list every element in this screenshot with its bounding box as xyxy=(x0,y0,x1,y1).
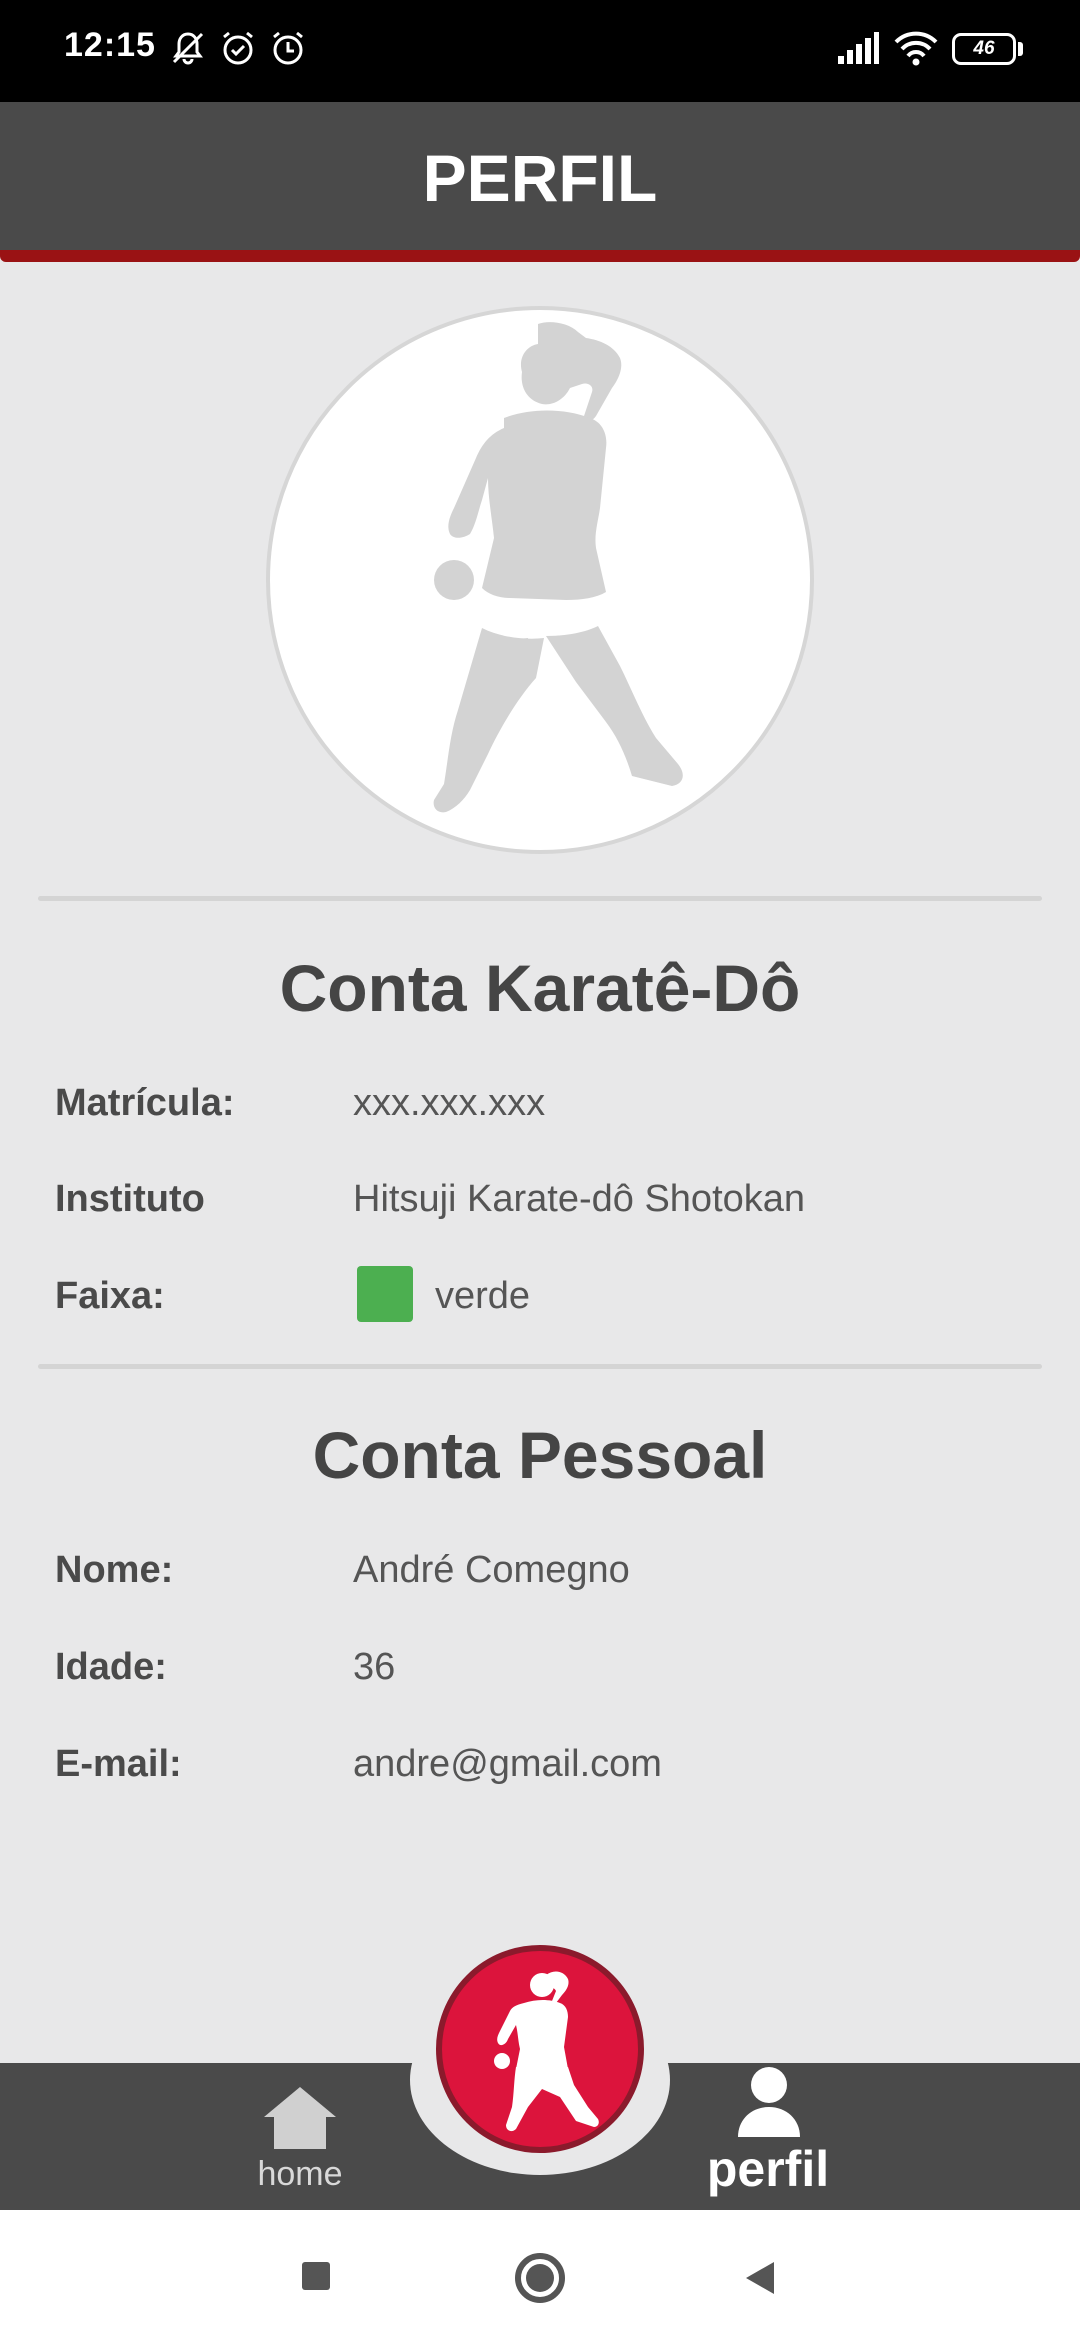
status-time: 12:15 xyxy=(64,26,156,64)
system-nav-bar xyxy=(0,2210,1080,2340)
divider xyxy=(38,896,1042,901)
belt-label: Faixa: xyxy=(55,1275,165,1317)
email-label: E-mail: xyxy=(55,1743,182,1785)
name-label: Nome: xyxy=(55,1549,174,1591)
nav-home-label[interactable]: home xyxy=(200,2155,400,2194)
person-icon xyxy=(738,2067,800,2137)
back-icon[interactable] xyxy=(740,2258,780,2298)
belt-color-swatch xyxy=(357,1266,413,1322)
registration-value: xxx.xxx.xxx xyxy=(353,1082,546,1124)
karate-fab-button[interactable] xyxy=(436,1945,644,2153)
home-icon xyxy=(264,2087,336,2149)
belt-value: verde xyxy=(435,1275,531,1317)
clock-alarm-icon xyxy=(273,31,303,65)
age-label: Idade: xyxy=(55,1646,167,1688)
app-header: PERFIL xyxy=(0,102,1080,250)
header-accent-bar xyxy=(0,250,1080,262)
bell-muted-icon xyxy=(172,32,204,65)
battery-icon: 46 xyxy=(952,33,1016,65)
karate-fighter-icon xyxy=(494,1971,599,2132)
personal-account-title: Conta Pessoal xyxy=(312,1418,768,1492)
profile-avatar[interactable] xyxy=(266,306,814,854)
email-value: andre@gmail.com xyxy=(353,1743,662,1785)
battery-tip xyxy=(1018,42,1023,56)
status-bar: 12:15 46 xyxy=(0,0,1080,102)
registration-label: Matrícula: xyxy=(55,1082,235,1124)
recents-icon[interactable] xyxy=(300,2260,332,2292)
page-title: PERFIL xyxy=(422,141,658,215)
karate-account-title: Conta Karatê-Dô xyxy=(279,951,801,1025)
wifi-icon xyxy=(894,31,938,66)
alarm-icon xyxy=(223,31,253,65)
name-value: André Comegno xyxy=(353,1549,630,1591)
nav-perfil-label[interactable]: perfil xyxy=(668,2140,868,2198)
age-value: 36 xyxy=(353,1646,396,1688)
signal-icon xyxy=(838,32,879,64)
divider xyxy=(38,1364,1042,1369)
home-circle-icon[interactable] xyxy=(512,2250,568,2306)
karate-silhouette-icon xyxy=(433,322,683,813)
institute-value: Hitsuji Karate-dô Shotokan xyxy=(353,1178,806,1220)
institute-label: Instituto xyxy=(55,1178,205,1220)
